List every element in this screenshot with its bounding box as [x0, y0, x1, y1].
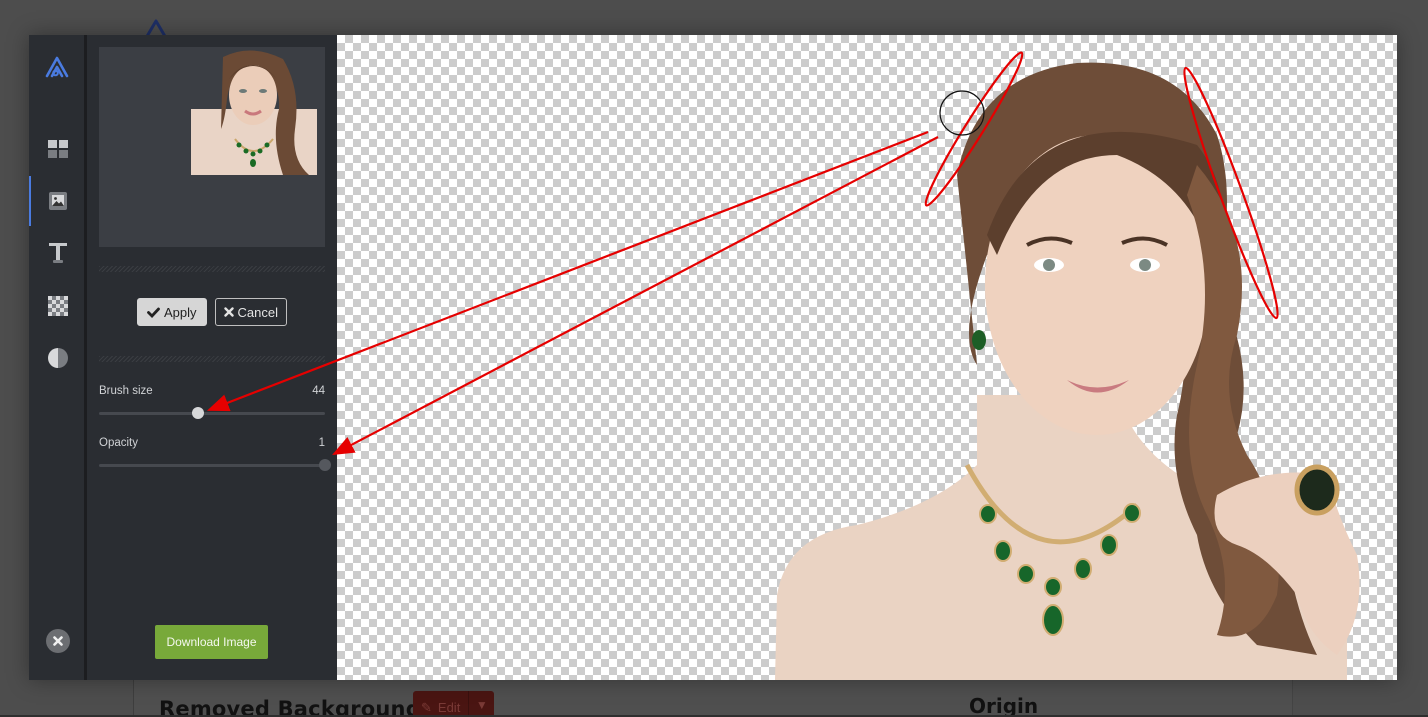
pencil-icon: ✎ [421, 700, 432, 715]
image-preview-thumbnail [99, 47, 325, 247]
brush-size-slider-thumb[interactable] [192, 407, 205, 419]
rail-item-layouts[interactable] [29, 124, 87, 174]
checkerboard-icon [48, 296, 68, 316]
editor-tool-rail [29, 35, 87, 680]
section-divider [99, 266, 325, 272]
editor-settings-panel: Apply Cancel Brush size 44 Opacity 1 Dow… [87, 35, 337, 680]
contrast-icon [48, 348, 68, 368]
brand-logo-icon [45, 56, 69, 78]
section-divider [99, 356, 325, 362]
cutout-portrait-image [775, 62, 1360, 680]
text-icon [49, 243, 67, 263]
image-editor-modal: Apply Cancel Brush size 44 Opacity 1 Dow… [29, 35, 1397, 680]
edit-button-group[interactable]: ✎ Edit ▼ [413, 691, 495, 717]
opacity-slider-thumb[interactable] [319, 459, 331, 471]
cancel-button-label: Cancel [237, 304, 278, 320]
opacity-control: Opacity 1 [99, 437, 331, 471]
removed-background-heading: Removed Background [159, 697, 421, 717]
edit-dropdown-button[interactable]: ▼ [468, 691, 495, 717]
close-icon [53, 636, 63, 646]
editing-canvas[interactable] [337, 35, 1397, 680]
grid-icon [48, 140, 68, 158]
rail-item-image[interactable] [29, 176, 87, 226]
apply-cancel-row: Apply Cancel [87, 298, 337, 326]
brush-size-slider[interactable] [99, 407, 325, 419]
brush-size-label: Brush size [99, 385, 153, 397]
brush-size-control: Brush size 44 [99, 385, 325, 419]
rail-item-filters[interactable] [29, 333, 87, 383]
opacity-slider[interactable] [99, 459, 331, 471]
rail-item-transparency[interactable] [29, 281, 87, 331]
image-icon [49, 192, 67, 210]
origin-heading: Origin [969, 694, 1039, 717]
cancel-button[interactable]: Cancel [214, 298, 287, 326]
x-icon [223, 307, 234, 317]
apply-button[interactable]: Apply [137, 298, 207, 326]
checkmark-icon [147, 307, 160, 318]
apply-button-label: Apply [164, 304, 197, 320]
edit-button-label: Edit [437, 700, 461, 715]
caret-down-icon: ▼ [475, 698, 488, 712]
preview-portrait-image [191, 50, 317, 175]
opacity-label: Opacity [99, 437, 138, 449]
download-image-button[interactable]: Download Image [155, 625, 268, 659]
edit-button[interactable]: ✎ Edit [413, 691, 469, 717]
close-editor-button[interactable] [46, 629, 70, 653]
rail-item-text[interactable] [29, 228, 87, 278]
opacity-value: 1 [318, 437, 325, 449]
brush-size-value: 44 [312, 385, 325, 397]
